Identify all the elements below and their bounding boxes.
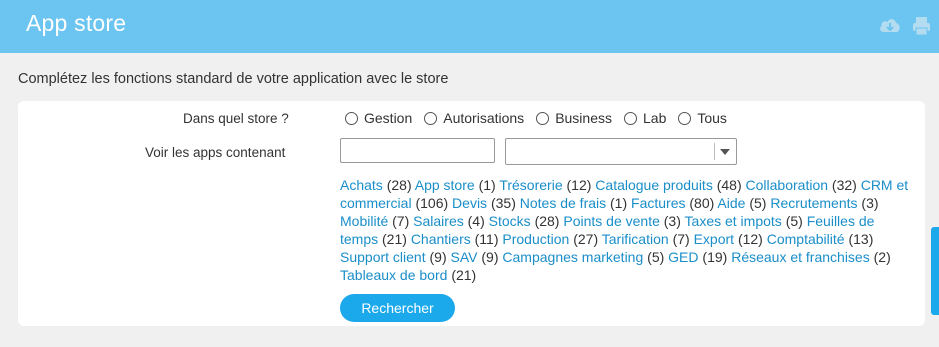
category-link[interactable]: Campagnes marketing [502,249,643,265]
category-count: (12) [566,177,592,193]
radio-circle[interactable] [345,111,358,125]
category-link[interactable]: Salaires [413,213,464,229]
page-title: App store [26,10,127,36]
category-count: (32) [831,177,857,193]
category-link[interactable]: App store [415,177,475,193]
category-count: (27) [573,231,599,247]
search-button[interactable]: Rechercher [340,294,455,322]
category-link[interactable]: Chantiers [411,231,471,247]
category-count: (2) [873,249,891,265]
app-header: App store [0,0,939,53]
category-count: (80) [689,195,715,211]
search-label: Voir les apps contenant [145,145,286,160]
category-link[interactable]: Collaboration [746,177,829,193]
category-count: (7) [672,231,690,247]
radio-business[interactable]: Business [536,110,612,126]
category-count: (48) [716,177,742,193]
category-link[interactable]: Comptabilité [767,231,845,247]
side-feedback-tab[interactable] [931,227,939,315]
category-link[interactable]: Tableaux de bord [340,267,447,283]
category-link[interactable]: Recrutements [770,195,857,211]
category-link[interactable]: Aide [717,195,745,211]
category-count: (35) [490,195,516,211]
category-count: (21) [451,267,477,283]
radio-circle[interactable] [536,111,550,125]
category-link[interactable]: Catalogue produits [595,177,713,193]
category-link[interactable]: Achats [340,177,383,193]
category-link[interactable]: SAV [451,249,478,265]
radio-circle[interactable] [678,111,692,125]
store-filter-label: Dans quel store ? [183,111,289,126]
store-radio-group: Gestion Autorisations Business Lab Tous [345,110,739,126]
category-count: (11) [474,231,499,247]
category-link[interactable]: Trésorerie [499,177,562,193]
category-count: (9) [429,249,447,265]
category-count: (5) [749,195,767,211]
search-input[interactable] [340,138,495,163]
category-link[interactable]: Réseaux et franchises [731,249,870,265]
radio-circle[interactable] [624,111,637,125]
category-count: (21) [382,231,407,247]
cloud-download-icon[interactable] [879,16,901,36]
radio-lab[interactable]: Lab [624,110,666,126]
category-link[interactable]: Mobilité [340,213,388,229]
category-select[interactable] [505,138,737,165]
category-count: (13) [848,231,874,247]
radio-tous[interactable]: Tous [678,110,727,126]
category-link[interactable]: Taxes et impots [685,213,782,229]
category-count: (106) [415,195,449,211]
chevron-down-icon[interactable] [720,149,730,155]
category-link[interactable]: Tarification [602,231,669,247]
search-panel: Dans quel store ? Gestion Autorisations … [18,101,925,326]
intro-text: Complétez les fonctions standard de votr… [18,71,449,87]
select-divider [714,143,715,160]
category-count: (28) [386,177,412,193]
radio-autorisations[interactable]: Autorisations [424,110,524,126]
category-link[interactable]: Notes de frais [520,195,606,211]
category-link[interactable]: Production [502,231,569,247]
category-link[interactable]: Factures [631,195,685,211]
category-link[interactable]: Export [694,231,734,247]
category-count: (9) [481,249,499,265]
category-count: (5) [647,249,665,265]
category-count: (28) [534,213,560,229]
category-count: (7) [392,213,410,229]
category-count: (1) [610,195,628,211]
category-link[interactable]: GED [668,249,698,265]
category-link[interactable]: Support client [340,249,426,265]
category-link[interactable]: Devis [452,195,487,211]
radio-gestion[interactable]: Gestion [345,110,412,126]
category-count: (3) [861,195,879,211]
print-icon[interactable] [911,16,933,36]
category-count: (1) [478,177,496,193]
category-list: Achats (28) App store (1) Trésorerie (12… [340,176,915,284]
radio-circle[interactable] [424,111,438,125]
category-count: (3) [663,213,681,229]
category-count: (5) [785,213,803,229]
category-count: (19) [702,249,728,265]
category-link[interactable]: Stocks [489,213,531,229]
category-count: (4) [467,213,485,229]
category-count: (12) [737,231,763,247]
category-link[interactable]: Points de vente [563,213,660,229]
